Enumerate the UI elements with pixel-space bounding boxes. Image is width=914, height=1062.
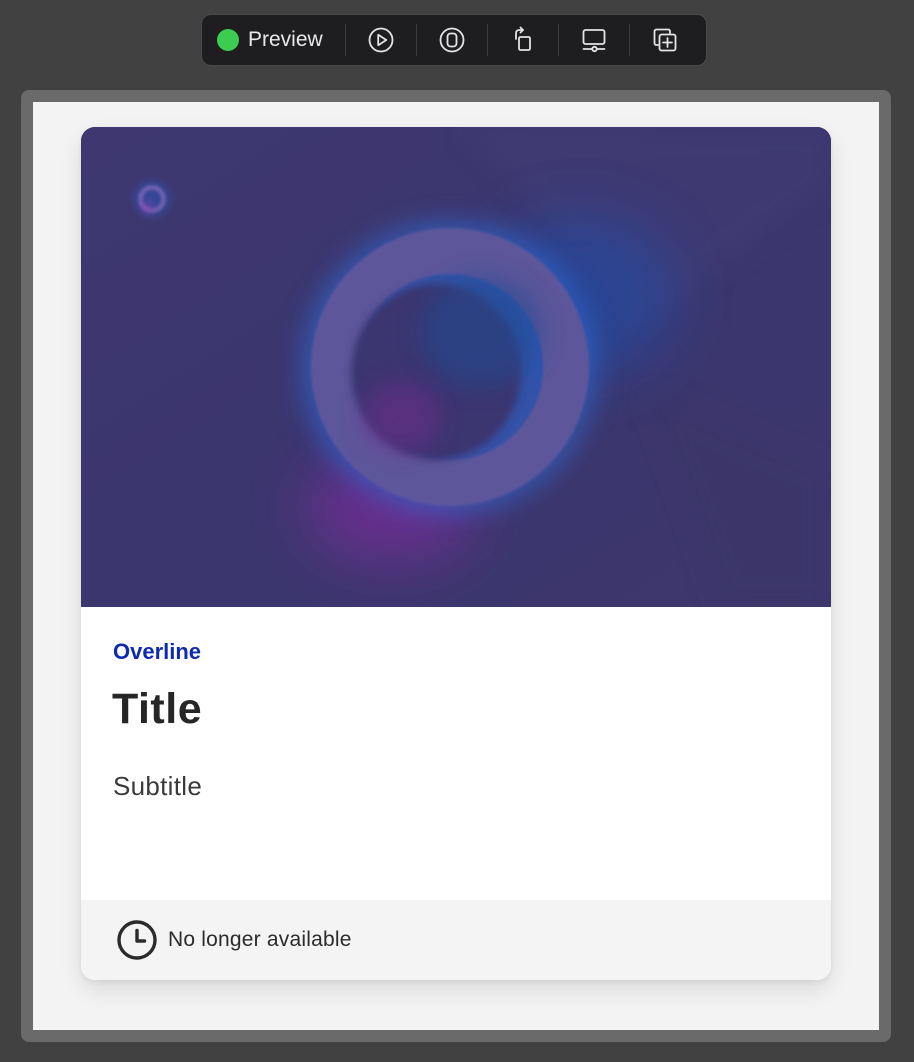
device-icon [439, 27, 465, 53]
card-footer: No longer available [81, 900, 831, 980]
content-card[interactable]: Overline Title Subtitle No longer availa… [81, 127, 831, 980]
display-settings-icon [582, 29, 606, 53]
hero-ring-artwork [81, 127, 831, 607]
card-subtitle: Subtitle [113, 771, 203, 801]
display-settings-button[interactable] [559, 15, 629, 65]
clock-icon [116, 919, 158, 961]
device-frame: Overline Title Subtitle No longer availa… [21, 90, 891, 1042]
device-selector-button[interactable] [417, 15, 487, 65]
duplicate-icon [653, 28, 677, 52]
rotate-icon [514, 26, 531, 51]
play-circle-icon [368, 27, 394, 53]
card-hero-image [81, 127, 831, 607]
preview-label: Preview [248, 28, 323, 51]
card-overline: Overline [113, 639, 202, 664]
card-body: Overline Title Subtitle [81, 607, 831, 900]
live-preview-button[interactable] [346, 15, 416, 65]
preview-button[interactable]: Preview [202, 15, 345, 65]
availability-status: No longer available [168, 928, 352, 951]
preview-toolbar: Preview [201, 14, 707, 66]
preview-canvas: Overline Title Subtitle No longer availa… [33, 102, 879, 1030]
rotate-device-button[interactable] [488, 15, 558, 65]
duplicate-preview-button[interactable] [630, 15, 700, 65]
status-indicator-icon [217, 29, 239, 51]
card-title: Title [112, 685, 203, 733]
